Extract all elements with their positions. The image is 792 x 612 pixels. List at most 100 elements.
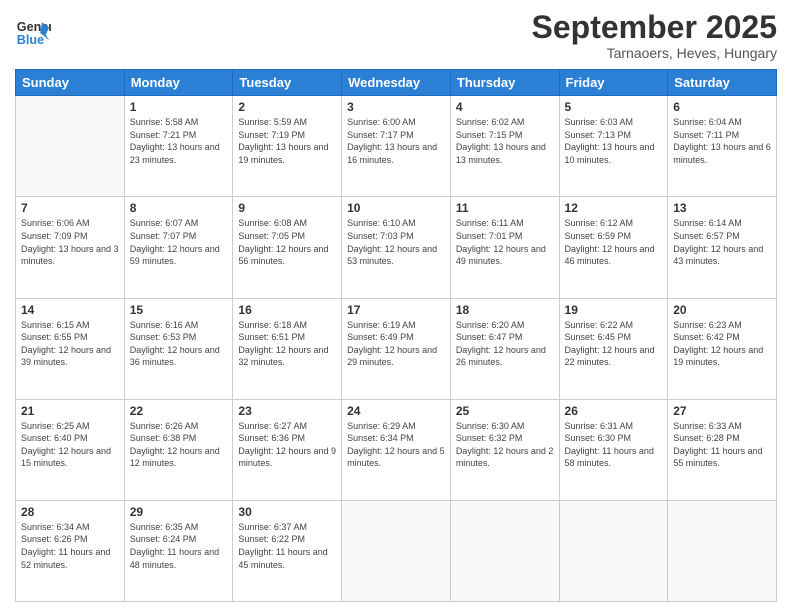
- calendar-cell: 19 Sunrise: 6:22 AMSunset: 6:45 PMDayligh…: [559, 298, 668, 399]
- day-header-sunday: Sunday: [16, 70, 125, 96]
- calendar-cell: 7 Sunrise: 6:06 AMSunset: 7:09 PMDaylight…: [16, 197, 125, 298]
- day-number: 23: [238, 404, 336, 418]
- day-number: 1: [130, 100, 228, 114]
- day-info: Sunrise: 6:30 AMSunset: 6:32 PMDaylight:…: [456, 420, 554, 470]
- day-number: 7: [21, 201, 119, 215]
- calendar-cell: 5 Sunrise: 6:03 AMSunset: 7:13 PMDaylight…: [559, 96, 668, 197]
- calendar-cell: 16 Sunrise: 6:18 AMSunset: 6:51 PMDayligh…: [233, 298, 342, 399]
- calendar-cell: 27 Sunrise: 6:33 AMSunset: 6:28 PMDayligh…: [668, 399, 777, 500]
- day-number: 16: [238, 303, 336, 317]
- day-info: Sunrise: 6:03 AMSunset: 7:13 PMDaylight:…: [565, 116, 663, 166]
- day-number: 12: [565, 201, 663, 215]
- calendar-cell: 8 Sunrise: 6:07 AMSunset: 7:07 PMDaylight…: [124, 197, 233, 298]
- day-number: 28: [21, 505, 119, 519]
- day-info: Sunrise: 6:07 AMSunset: 7:07 PMDaylight:…: [130, 217, 228, 267]
- calendar-cell: 18Sunrise: 6:20 AMSunset: 6:47 PMDayligh…: [450, 298, 559, 399]
- day-info: Sunrise: 6:12 AMSunset: 6:59 PMDaylight:…: [565, 217, 663, 267]
- day-info: Sunrise: 5:59 AMSunset: 7:19 PMDaylight:…: [238, 116, 336, 166]
- calendar-cell: 21Sunrise: 6:25 AMSunset: 6:40 PMDayligh…: [16, 399, 125, 500]
- day-info: Sunrise: 6:06 AMSunset: 7:09 PMDaylight:…: [21, 217, 119, 267]
- calendar-cell: 15 Sunrise: 6:16 AMSunset: 6:53 PMDayligh…: [124, 298, 233, 399]
- day-number: 30: [238, 505, 336, 519]
- calendar-cell: 3 Sunrise: 6:00 AMSunset: 7:17 PMDaylight…: [342, 96, 451, 197]
- page-title: September 2025: [532, 10, 777, 45]
- calendar-cell: 11 Sunrise: 6:11 AMSunset: 7:01 PMDayligh…: [450, 197, 559, 298]
- day-number: 8: [130, 201, 228, 215]
- day-number: 24: [347, 404, 445, 418]
- day-info: Sunrise: 6:04 AMSunset: 7:11 PMDaylight:…: [673, 116, 771, 166]
- day-header-saturday: Saturday: [668, 70, 777, 96]
- day-number: 4: [456, 100, 554, 114]
- subtitle: Tarnaoers, Heves, Hungary: [532, 45, 777, 61]
- day-number: 17: [347, 303, 445, 317]
- day-header-tuesday: Tuesday: [233, 70, 342, 96]
- day-info: Sunrise: 6:27 AMSunset: 6:36 PMDaylight:…: [238, 420, 336, 470]
- calendar-cell: 12 Sunrise: 6:12 AMSunset: 6:59 PMDayligh…: [559, 197, 668, 298]
- day-number: 5: [565, 100, 663, 114]
- calendar-cell: 22 Sunrise: 6:26 AMSunset: 6:38 PMDayligh…: [124, 399, 233, 500]
- day-info: Sunrise: 6:16 AMSunset: 6:53 PMDaylight:…: [130, 319, 228, 369]
- svg-text:Blue: Blue: [17, 33, 44, 47]
- calendar-cell: 1 Sunrise: 5:58 AMSunset: 7:21 PMDaylight…: [124, 96, 233, 197]
- calendar-cell: 14Sunrise: 6:15 AMSunset: 6:55 PMDayligh…: [16, 298, 125, 399]
- calendar-cell: 10 Sunrise: 6:10 AMSunset: 7:03 PMDayligh…: [342, 197, 451, 298]
- day-header-monday: Monday: [124, 70, 233, 96]
- calendar-cell: 20 Sunrise: 6:23 AMSunset: 6:42 PMDayligh…: [668, 298, 777, 399]
- day-info: Sunrise: 6:19 AMSunset: 6:49 PMDaylight:…: [347, 319, 445, 369]
- page: General Blue September 2025 Tarnaoers, H…: [0, 0, 792, 612]
- day-number: 15: [130, 303, 228, 317]
- day-number: 9: [238, 201, 336, 215]
- day-info: Sunrise: 6:20 AMSunset: 6:47 PMDaylight:…: [456, 319, 554, 369]
- calendar-cell: [342, 500, 451, 601]
- day-number: 25: [456, 404, 554, 418]
- day-header-wednesday: Wednesday: [342, 70, 451, 96]
- day-info: Sunrise: 6:23 AMSunset: 6:42 PMDaylight:…: [673, 319, 771, 369]
- day-info: Sunrise: 6:33 AMSunset: 6:28 PMDaylight:…: [673, 420, 771, 470]
- calendar-cell: [450, 500, 559, 601]
- day-info: Sunrise: 6:22 AMSunset: 6:45 PMDaylight:…: [565, 319, 663, 369]
- day-number: 27: [673, 404, 771, 418]
- day-number: 20: [673, 303, 771, 317]
- day-info: Sunrise: 6:15 AMSunset: 6:55 PMDaylight:…: [21, 319, 119, 369]
- logo-icon: General Blue: [15, 15, 51, 51]
- day-number: 11: [456, 201, 554, 215]
- day-info: Sunrise: 6:11 AMSunset: 7:01 PMDaylight:…: [456, 217, 554, 267]
- day-number: 13: [673, 201, 771, 215]
- day-info: Sunrise: 6:14 AMSunset: 6:57 PMDaylight:…: [673, 217, 771, 267]
- calendar-cell: 4 Sunrise: 6:02 AMSunset: 7:15 PMDaylight…: [450, 96, 559, 197]
- day-info: Sunrise: 6:08 AMSunset: 7:05 PMDaylight:…: [238, 217, 336, 267]
- calendar-cell: 29Sunrise: 6:35 AMSunset: 6:24 PMDayligh…: [124, 500, 233, 601]
- logo: General Blue: [15, 15, 51, 51]
- day-number: 3: [347, 100, 445, 114]
- calendar-cell: 24 Sunrise: 6:29 AMSunset: 6:34 PMDayligh…: [342, 399, 451, 500]
- calendar-cell: [16, 96, 125, 197]
- calendar-cell: 13 Sunrise: 6:14 AMSunset: 6:57 PMDayligh…: [668, 197, 777, 298]
- day-number: 29: [130, 505, 228, 519]
- day-info: Sunrise: 5:58 AMSunset: 7:21 PMDaylight:…: [130, 116, 228, 166]
- day-info: Sunrise: 6:18 AMSunset: 6:51 PMDaylight:…: [238, 319, 336, 369]
- day-info: Sunrise: 6:00 AMSunset: 7:17 PMDaylight:…: [347, 116, 445, 166]
- calendar-cell: 25 Sunrise: 6:30 AMSunset: 6:32 PMDayligh…: [450, 399, 559, 500]
- day-info: Sunrise: 6:29 AMSunset: 6:34 PMDaylight:…: [347, 420, 445, 470]
- day-number: 26: [565, 404, 663, 418]
- calendar-cell: 17 Sunrise: 6:19 AMSunset: 6:49 PMDayligh…: [342, 298, 451, 399]
- calendar-cell: 9 Sunrise: 6:08 AMSunset: 7:05 PMDaylight…: [233, 197, 342, 298]
- calendar-cell: 23 Sunrise: 6:27 AMSunset: 6:36 PMDayligh…: [233, 399, 342, 500]
- day-info: Sunrise: 6:10 AMSunset: 7:03 PMDaylight:…: [347, 217, 445, 267]
- calendar-cell: 2 Sunrise: 5:59 AMSunset: 7:19 PMDaylight…: [233, 96, 342, 197]
- day-header-thursday: Thursday: [450, 70, 559, 96]
- day-info: Sunrise: 6:34 AMSunset: 6:26 PMDaylight:…: [21, 521, 119, 571]
- calendar-cell: 30 Sunrise: 6:37 AMSunset: 6:22 PMDayligh…: [233, 500, 342, 601]
- header: General Blue September 2025 Tarnaoers, H…: [15, 10, 777, 61]
- day-info: Sunrise: 6:37 AMSunset: 6:22 PMDaylight:…: [238, 521, 336, 571]
- day-number: 22: [130, 404, 228, 418]
- calendar-cell: [559, 500, 668, 601]
- day-info: Sunrise: 6:26 AMSunset: 6:38 PMDaylight:…: [130, 420, 228, 470]
- calendar-cell: [668, 500, 777, 601]
- day-info: Sunrise: 6:02 AMSunset: 7:15 PMDaylight:…: [456, 116, 554, 166]
- calendar-cell: 28 Sunrise: 6:34 AMSunset: 6:26 PMDayligh…: [16, 500, 125, 601]
- day-number: 19: [565, 303, 663, 317]
- day-number: 2: [238, 100, 336, 114]
- day-info: Sunrise: 6:25 AMSunset: 6:40 PMDaylight:…: [21, 420, 119, 470]
- day-number: 10: [347, 201, 445, 215]
